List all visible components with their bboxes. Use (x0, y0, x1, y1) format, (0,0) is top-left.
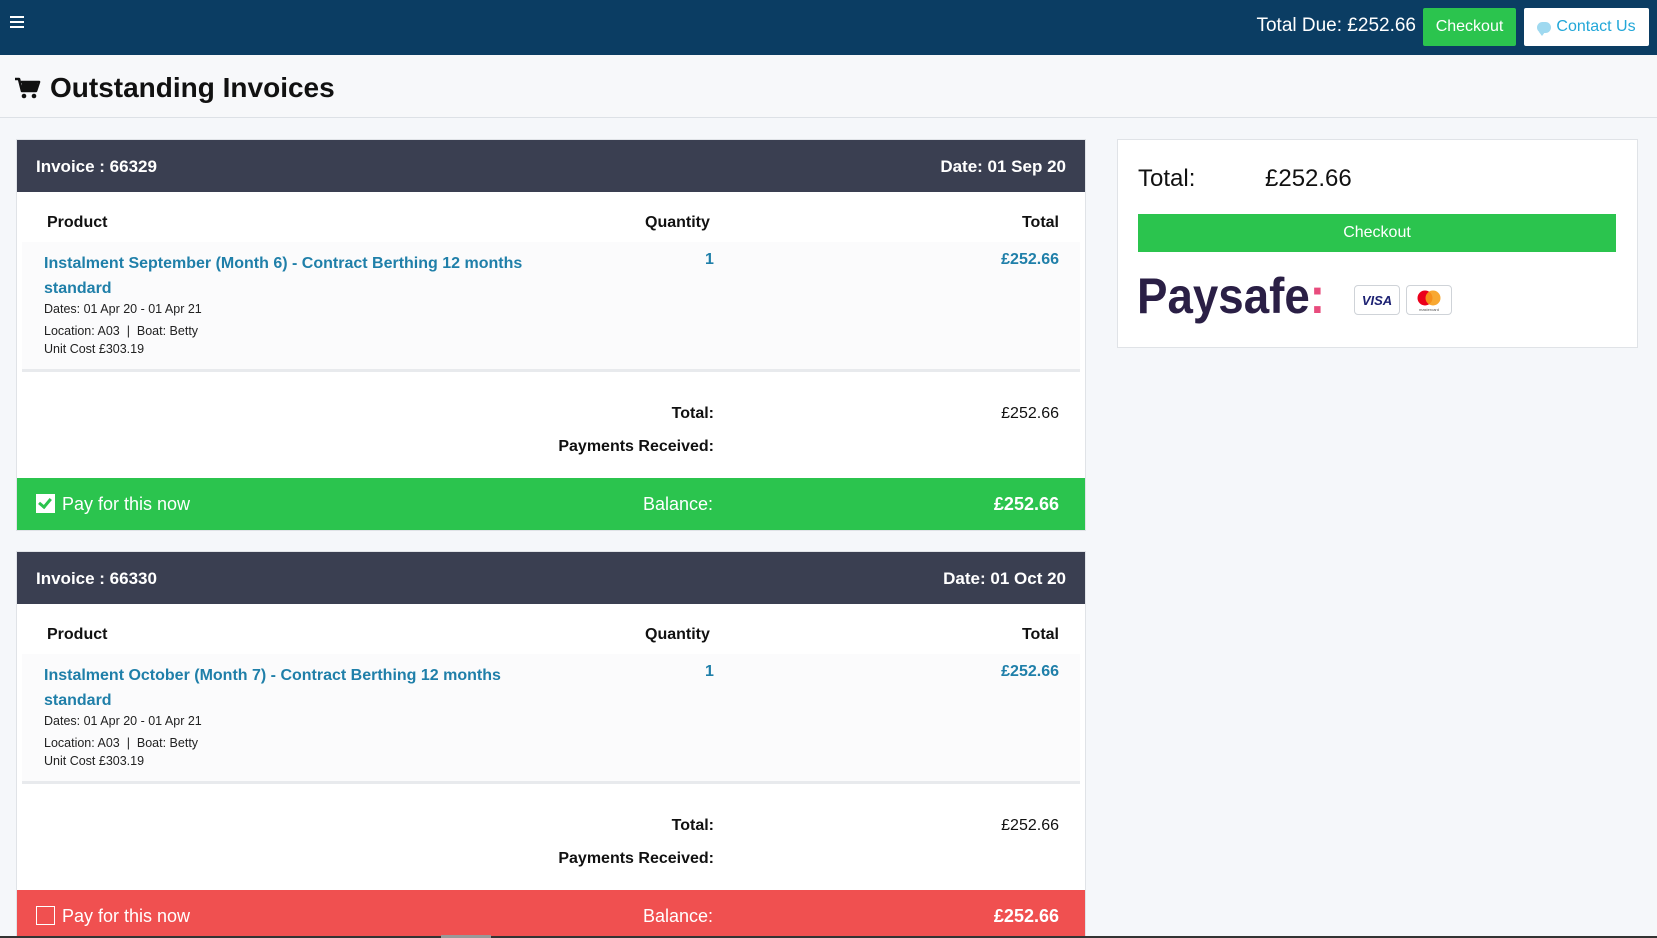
checkout-button-top[interactable]: Checkout (1423, 8, 1516, 46)
invoice-body: Product Quantity Total Instalment Septem… (17, 192, 1085, 478)
product-location: Location: A03 | Boat: Betty (44, 324, 199, 338)
invoice-header: Invoice : 66330 Date: 01 Oct 20 (17, 552, 1085, 604)
column-header-quantity: Quantity (645, 214, 710, 231)
product-name-link[interactable]: Instalment October (Month 7) - Contract … (44, 663, 534, 713)
product-name-link[interactable]: Instalment September (Month 6) - Contrac… (44, 251, 534, 301)
page-title: Outstanding Invoices (50, 72, 335, 103)
invoice-line-item: Instalment October (Month 7) - Contract … (22, 654, 1080, 784)
invoice-number: Invoice : 66329 (36, 157, 157, 176)
invoice-body: Product Quantity Total Instalment Octobe… (17, 604, 1085, 890)
invoice-total-value: £252.66 (1001, 817, 1059, 834)
top-navbar: Total Due: £252.66 Checkout Contact Us (0, 0, 1657, 55)
product-location: Location: A03 | Boat: Betty (44, 736, 199, 750)
contact-us-button[interactable]: Contact Us (1524, 8, 1649, 46)
column-header-total: Total (1021, 214, 1059, 231)
invoice-header: Invoice : 66329 Date: 01 Sep 20 (17, 140, 1085, 192)
invoice-total-label: Total: (671, 405, 714, 422)
product-dates: Dates: 01 Apr 20 - 01 Apr 21 (44, 714, 202, 728)
product-line-total: £252.66 (1001, 663, 1059, 680)
column-header-total: Total (1021, 626, 1059, 643)
mastercard-card-badge: mastercard (1406, 285, 1452, 315)
product-quantity: 1 (705, 663, 714, 680)
visa-card-badge: VISA (1354, 285, 1400, 315)
total-due-text: Total Due: £252.66 (1256, 15, 1416, 36)
balance-bar: Pay for this now Balance: £252.66 (17, 890, 1085, 938)
invoice-card: Invoice : 66329 Date: 01 Sep 20 Product … (16, 139, 1086, 531)
balance-bar: Pay for this now Balance: £252.66 (17, 478, 1085, 530)
paysafe-logo-text: Paysafe: (1137, 270, 1325, 324)
invoice-line-item: Instalment September (Month 6) - Contrac… (22, 242, 1080, 372)
product-unit-cost: Unit Cost £303.19 (44, 342, 145, 356)
hamburger-menu-icon[interactable] (10, 16, 24, 30)
invoice-total-label: Total: (671, 817, 714, 834)
summary-total-value: £252.66 (1265, 165, 1352, 192)
product-dates: Dates: 01 Apr 20 - 01 Apr 21 (44, 302, 202, 316)
chat-bubble-icon (1537, 21, 1552, 36)
invoice-total-value: £252.66 (1001, 405, 1059, 422)
mastercard-icon: mastercard (1417, 290, 1441, 312)
visa-text: VISA (1361, 292, 1393, 308)
checkmark-icon (38, 494, 52, 510)
cart-icon (15, 77, 41, 99)
order-summary-panel: Total: £252.66 Checkout Paysafe: VISA ma… (1117, 139, 1638, 348)
invoice-date: Date: 01 Oct 20 (943, 569, 1066, 588)
pay-now-label[interactable]: Pay for this now (62, 494, 190, 515)
pay-now-checkbox[interactable] (36, 906, 55, 925)
pay-now-checkbox[interactable] (36, 494, 55, 513)
contact-us-label: Contact Us (1556, 18, 1636, 35)
column-header-quantity: Quantity (645, 626, 710, 643)
product-line-total: £252.66 (1001, 251, 1059, 268)
page-header: Outstanding Invoices (0, 55, 1657, 118)
column-header-product: Product (47, 626, 108, 643)
checkout-button[interactable]: Checkout (1138, 214, 1616, 252)
balance-label: Balance: (642, 494, 713, 514)
invoice-card: Invoice : 66330 Date: 01 Oct 20 Product … (16, 551, 1086, 938)
product-quantity: 1 (705, 251, 714, 268)
mastercard-text: mastercard (1419, 307, 1439, 312)
payments-received-label: Payments Received: (558, 438, 714, 455)
paysafe-logo: Paysafe: (1137, 270, 1325, 324)
balance-value: £252.66 (993, 494, 1059, 514)
product-unit-cost: Unit Cost £303.19 (44, 754, 145, 768)
invoice-date: Date: 01 Sep 20 (940, 157, 1066, 176)
invoice-number: Invoice : 66330 (36, 569, 157, 588)
pay-now-label[interactable]: Pay for this now (62, 906, 190, 927)
payments-received-label: Payments Received: (558, 850, 714, 867)
summary-total-label: Total: (1138, 165, 1196, 192)
balance-label: Balance: (642, 906, 713, 926)
column-header-product: Product (47, 214, 108, 231)
balance-value: £252.66 (993, 906, 1059, 926)
